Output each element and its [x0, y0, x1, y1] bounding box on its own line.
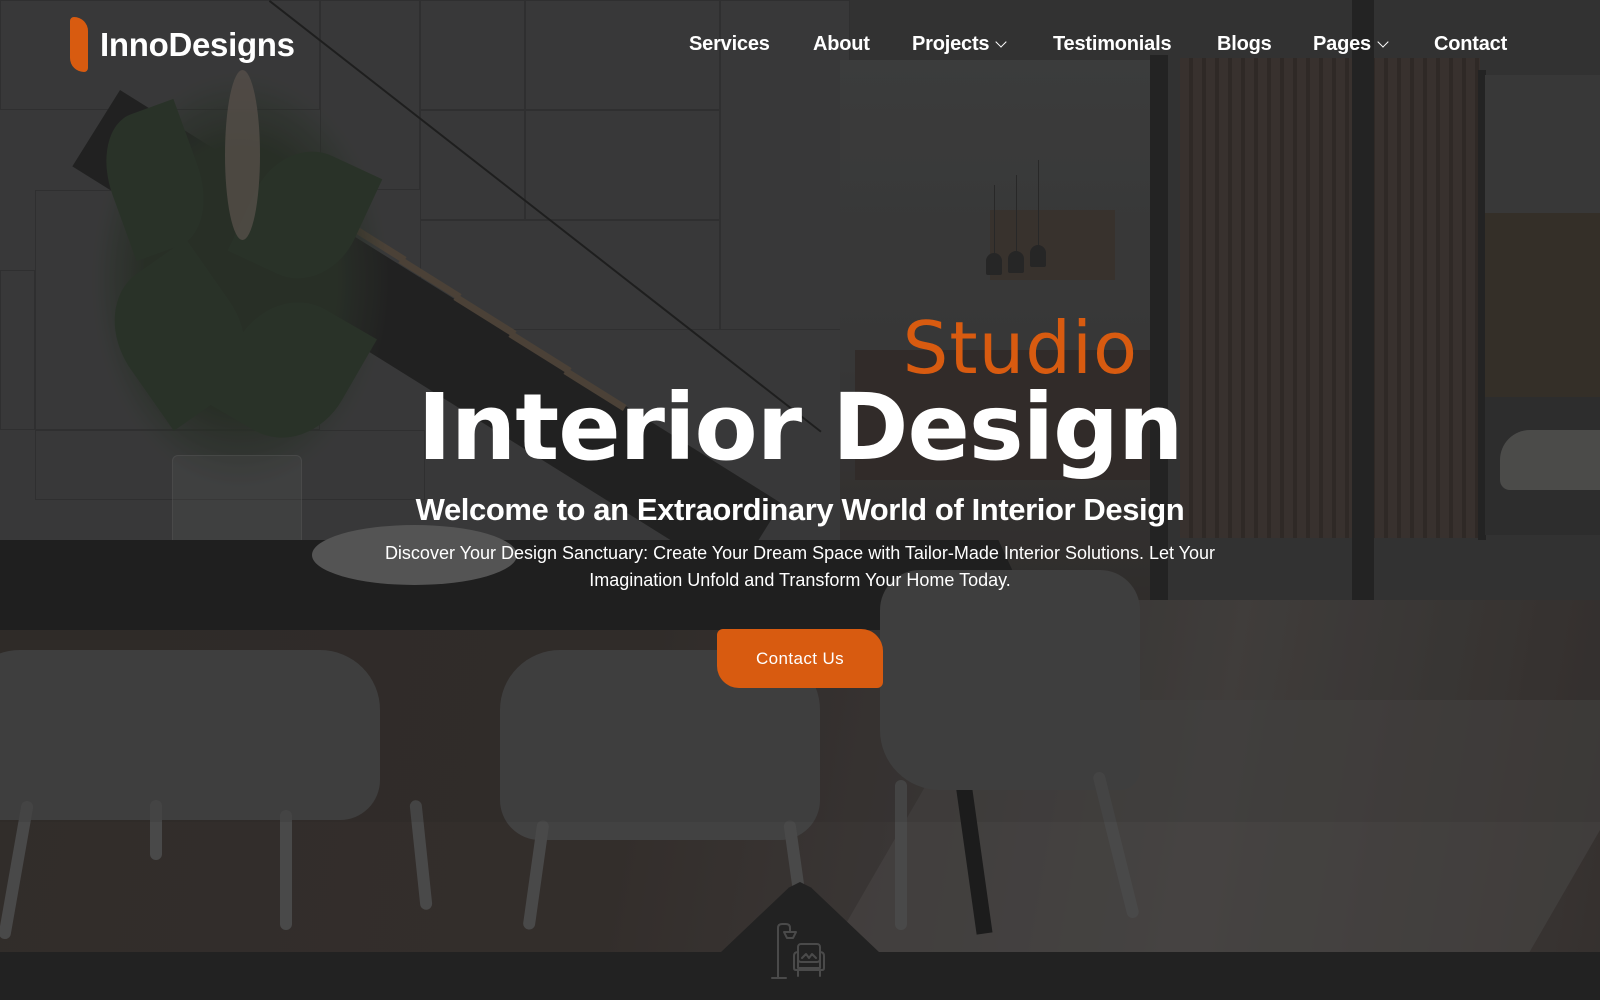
contact-us-button[interactable]: Contact Us: [717, 629, 883, 688]
nav-item-testimonials[interactable]: Testimonials: [1053, 33, 1172, 56]
nav-item-label: Pages: [1313, 33, 1371, 55]
main-nav: Services About Projects Testimonials Blo…: [0, 33, 1600, 57]
chevron-down-icon: [995, 36, 1007, 48]
nav-item-label: Services: [689, 33, 770, 55]
nav-item-projects[interactable]: Projects: [912, 33, 1007, 56]
site-header: InnoDesigns Services About Projects Test…: [0, 0, 1600, 90]
nav-item-pages[interactable]: Pages: [1313, 33, 1389, 56]
floor-lamp-armchair-icon: [771, 923, 825, 979]
hero-description: Discover Your Design Sanctuary: Create Y…: [384, 543, 1216, 590]
nav-item-label: Contact: [1434, 33, 1508, 55]
nav-item-label: Projects: [912, 33, 990, 55]
nav-item-blogs[interactable]: Blogs: [1217, 33, 1272, 56]
hero-title: Interior Design: [417, 374, 1183, 481]
nav-item-contact[interactable]: Contact: [1434, 33, 1507, 56]
hero-subtitle: Welcome to an Extraordinary World of Int…: [415, 492, 1185, 527]
nav-item-label: Blogs: [1217, 33, 1272, 55]
nav-item-services[interactable]: Services: [689, 33, 770, 56]
nav-item-label: Testimonials: [1053, 33, 1172, 55]
nav-item-about[interactable]: About: [813, 33, 870, 56]
nav-item-label: About: [813, 33, 870, 55]
chevron-down-icon: [1377, 36, 1389, 48]
